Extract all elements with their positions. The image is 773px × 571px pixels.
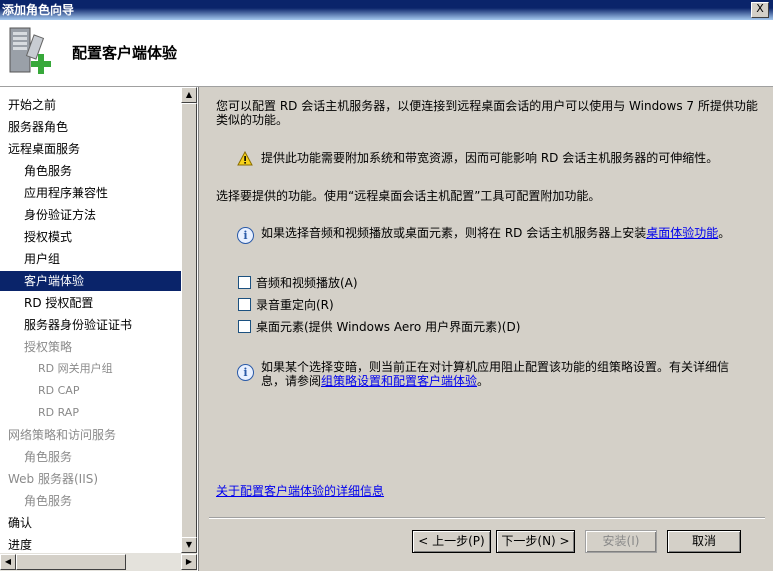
sidebar-item-before-you-begin[interactable]: 开始之前 bbox=[0, 95, 181, 115]
sidebar-item-progress[interactable]: 进度 bbox=[0, 535, 181, 553]
sidebar-item-web-server-iis: Web 服务器(IIS) bbox=[8, 472, 99, 486]
sidebar-item-iis-role-services: 角色服务 bbox=[24, 494, 73, 508]
sidebar-item-user-groups[interactable]: 用户组 bbox=[0, 249, 181, 269]
warning-icon bbox=[237, 151, 253, 166]
horizontal-scrollbar-thumb[interactable] bbox=[16, 554, 126, 570]
scroll-down-arrow-icon[interactable]: ▼ bbox=[181, 537, 197, 553]
scroll-left-arrow-icon[interactable]: ◀ bbox=[0, 554, 16, 570]
desktop-experience-link[interactable]: 桌面体验功能 bbox=[646, 226, 718, 240]
checkbox-audio-recording-redirection[interactable] bbox=[238, 298, 251, 311]
sidebar-item-nps-role-services: 角色服务 bbox=[24, 450, 73, 464]
cancel-button[interactable]: 取消 bbox=[667, 530, 741, 553]
select-features-prompt: 选择要提供的功能。使用“远程桌面会话主机配置”工具可配置附加功能。 bbox=[216, 189, 601, 203]
checkbox-label-audio-video-playback[interactable]: 音频和视频播放(A) bbox=[256, 276, 358, 290]
sidebar-item-rd-licensing-configuration[interactable]: RD 授权配置 bbox=[0, 293, 181, 313]
sidebar-vertical-scrollbar[interactable]: ▲ ▼ bbox=[181, 87, 197, 553]
next-button[interactable]: 下一步(N) > bbox=[496, 530, 575, 553]
checkbox-label-desktop-composition[interactable]: 桌面元素(提供 Windows Aero 用户界面元素)(D) bbox=[256, 320, 520, 334]
sidebar-item-server-roles[interactable]: 服务器角色 bbox=[0, 117, 181, 137]
window-title: 添加角色向导 bbox=[2, 3, 75, 17]
close-button[interactable]: X bbox=[751, 2, 769, 18]
sidebar-item-confirmation[interactable]: 确认 bbox=[0, 513, 181, 533]
scroll-right-arrow-icon[interactable]: ▶ bbox=[181, 554, 197, 570]
warning-text: 提供此功能需要附加系统和带宽资源，因而可能影响 RD 会话主机服务器的可伸缩性。 bbox=[261, 151, 719, 165]
intro-text: 您可以配置 RD 会话主机服务器，以便连接到远程桌面会话的用户可以使用与 Win… bbox=[216, 99, 758, 127]
sidebar-item-server-authentication-certificate[interactable]: 服务器身份验证证书 bbox=[0, 315, 181, 335]
sidebar-item-authentication-method[interactable]: 身份验证方法 bbox=[0, 205, 181, 225]
checkbox-audio-video-playback[interactable] bbox=[238, 276, 251, 289]
info-icon: i bbox=[237, 364, 254, 381]
divider bbox=[209, 517, 765, 519]
sidebar-item-remote-desktop-services[interactable]: 远程桌面服务 bbox=[0, 139, 181, 159]
info-desktop-experience: 如果选择音频和视频播放或桌面元素，则将在 RD 会话主机服务器上安装桌面体验功能… bbox=[261, 226, 731, 240]
page-heading: 配置客户端体验 bbox=[72, 44, 178, 62]
scrollbar-thumb[interactable] bbox=[181, 103, 197, 539]
sidebar-item-licensing-mode[interactable]: 授权模式 bbox=[0, 227, 181, 247]
sidebar-item-client-experience[interactable]: 客户端体验 bbox=[0, 271, 181, 291]
wizard-header: 配置客户端体验 bbox=[0, 20, 773, 87]
title-bar: 添加角色向导 X bbox=[0, 0, 773, 20]
sidebar-item-role-services[interactable]: 角色服务 bbox=[0, 161, 181, 181]
install-button[interactable]: 安装(I) bbox=[585, 530, 657, 553]
server-add-role-icon bbox=[9, 27, 51, 74]
back-button[interactable]: < 上一步(P) bbox=[412, 530, 491, 553]
group-policy-link[interactable]: 组策略设置和配置客户端体验 bbox=[321, 374, 477, 388]
more-info-link[interactable]: 关于配置客户端体验的详细信息 bbox=[216, 484, 384, 498]
scroll-up-arrow-icon[interactable]: ▲ bbox=[181, 87, 197, 103]
sidebar-item-application-compatibility[interactable]: 应用程序兼容性 bbox=[0, 183, 181, 203]
wizard-steps-sidebar: 开始之前 服务器角色 远程桌面服务 角色服务 应用程序兼容性 身份验证方法 授权… bbox=[0, 87, 181, 553]
sidebar-item-rd-cap: RD CAP bbox=[38, 384, 80, 397]
wizard-content-pane: 您可以配置 RD 会话主机服务器，以便连接到远程桌面会话的用户可以使用与 Win… bbox=[198, 87, 773, 571]
sidebar-item-rd-gateway-user-groups: RD 网关用户组 bbox=[38, 362, 113, 375]
checkbox-desktop-composition[interactable] bbox=[238, 320, 251, 333]
sidebar-item-network-policy-access-services: 网络策略和访问服务 bbox=[8, 428, 117, 442]
sidebar-horizontal-scrollbar[interactable]: ◀ ▶ bbox=[0, 553, 197, 571]
sidebar-item-rd-rap: RD RAP bbox=[38, 406, 79, 419]
checkbox-label-audio-recording-redirection[interactable]: 录音重定向(R) bbox=[256, 298, 334, 312]
info-icon: i bbox=[237, 227, 254, 244]
sidebar-item-authorization-policies: 授权策略 bbox=[24, 340, 73, 354]
info-group-policy: 如果某个选择变暗，则当前正在对计算机应用阻止配置该功能的组策略设置。有关详细信 … bbox=[261, 360, 730, 388]
